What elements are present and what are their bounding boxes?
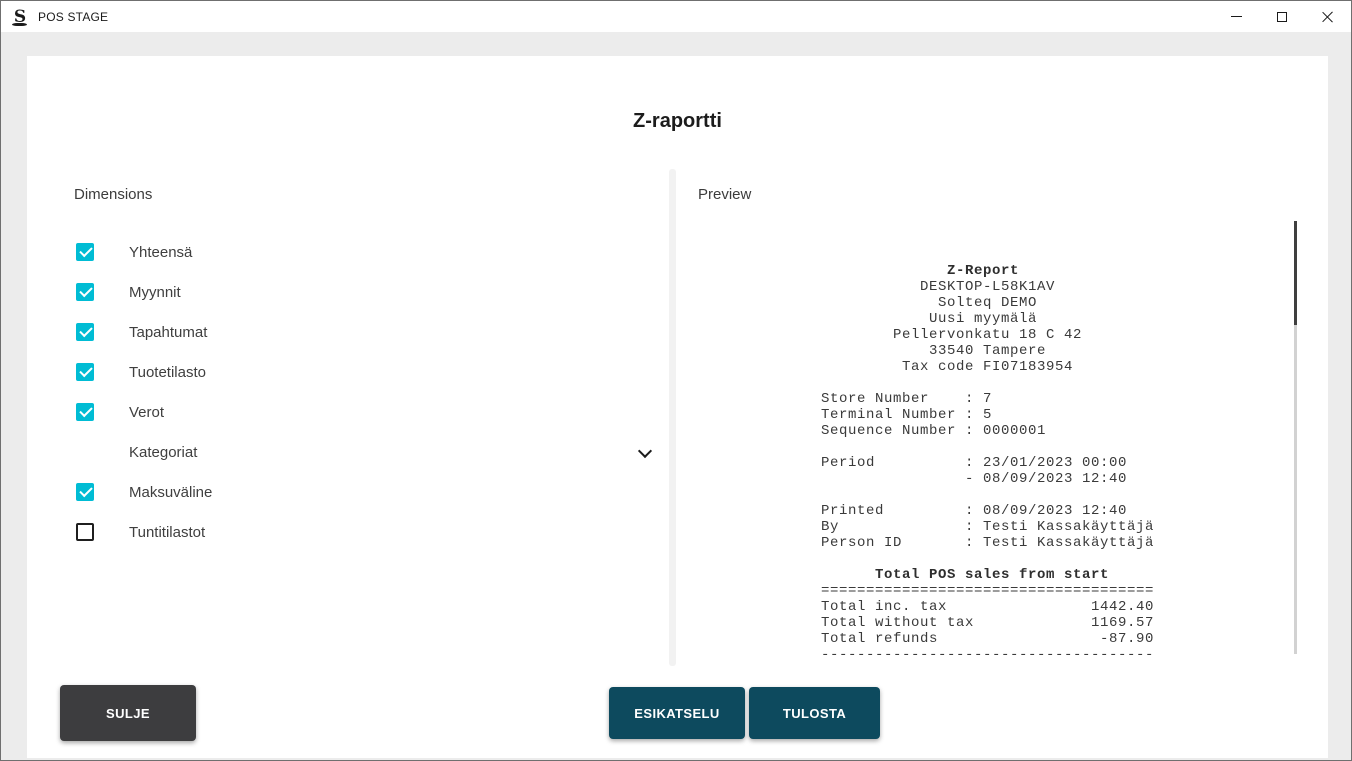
minimize-icon	[1230, 16, 1242, 17]
dimension-label: Tapahtumat	[129, 323, 208, 341]
checkbox-yhteensa[interactable]	[76, 243, 94, 261]
dimension-label: Verot	[129, 403, 165, 421]
chevron-down-icon[interactable]	[637, 445, 653, 459]
checkbox-maksuvaline[interactable]	[76, 483, 94, 501]
esikatselu-button[interactable]: ESIKATSELU	[609, 687, 745, 739]
window-title: POS STAGE	[38, 9, 109, 24]
dimension-row-verot[interactable]: Verot	[76, 392, 660, 432]
close-button[interactable]	[1305, 1, 1351, 32]
checkbox-tuotetilasto[interactable]	[76, 363, 94, 381]
dimensions-list: Yhteensä Myynnit Tapahtumat Tuotetilasto…	[76, 232, 660, 552]
dimensions-panel-label: Dimensions	[74, 186, 153, 203]
checkbox-verot[interactable]	[76, 403, 94, 421]
maximize-button[interactable]	[1259, 1, 1305, 32]
preview-panel-label: Preview	[698, 186, 752, 203]
title-bar[interactable]: S POS STAGE	[1, 1, 1351, 32]
dimension-row-kategoriat[interactable]: Kategoriat	[76, 432, 660, 472]
sulje-button[interactable]: SULJE	[60, 685, 196, 741]
dimension-label: Yhteensä	[129, 243, 193, 261]
dimension-row-maksuvaline[interactable]: Maksuväline	[76, 472, 660, 512]
checkbox-tuntitilastot[interactable]	[76, 523, 94, 541]
app-window: S POS STAGE Z-raportti Dimensions Previe…	[0, 0, 1352, 761]
dimension-label: Kategoriat	[129, 443, 198, 461]
dimension-label: Tuotetilasto	[129, 363, 206, 381]
dimension-row-myynnit[interactable]: Myynnit	[76, 272, 660, 312]
dimension-row-yhteensa[interactable]: Yhteensä	[76, 232, 660, 272]
dialog-card: Z-raportti Dimensions Preview Yhteensä M…	[27, 56, 1328, 758]
app-logo-icon: S	[12, 6, 27, 27]
dimension-label: Myynnit	[129, 283, 181, 301]
close-icon	[1322, 11, 1334, 23]
maximize-icon	[1277, 11, 1287, 22]
dimension-label: Maksuväline	[129, 483, 213, 501]
tulosta-button[interactable]: TULOSTA	[749, 687, 880, 739]
preview-scrollbar[interactable]	[1294, 221, 1297, 654]
preview-scrollbar-thumb[interactable]	[1294, 221, 1297, 325]
checkbox-tapahtumat[interactable]	[76, 323, 94, 341]
dimension-row-tuntitilastot[interactable]: Tuntitilastot	[76, 512, 660, 552]
page-title: Z-raportti	[633, 110, 722, 132]
dimension-label: Tuntitilastot	[129, 523, 206, 541]
window-controls	[1213, 1, 1351, 32]
checkbox-myynnit[interactable]	[76, 283, 94, 301]
minimize-button[interactable]	[1213, 1, 1259, 32]
dimensions-scrollbar[interactable]	[669, 169, 676, 666]
dimension-row-tapahtumat[interactable]: Tapahtumat	[76, 312, 660, 352]
dimension-row-tuotetilasto[interactable]: Tuotetilasto	[76, 352, 660, 392]
receipt-preview: Z-Report DESKTOP-L58K1AV Solteq DEMO Uus…	[821, 263, 1155, 663]
